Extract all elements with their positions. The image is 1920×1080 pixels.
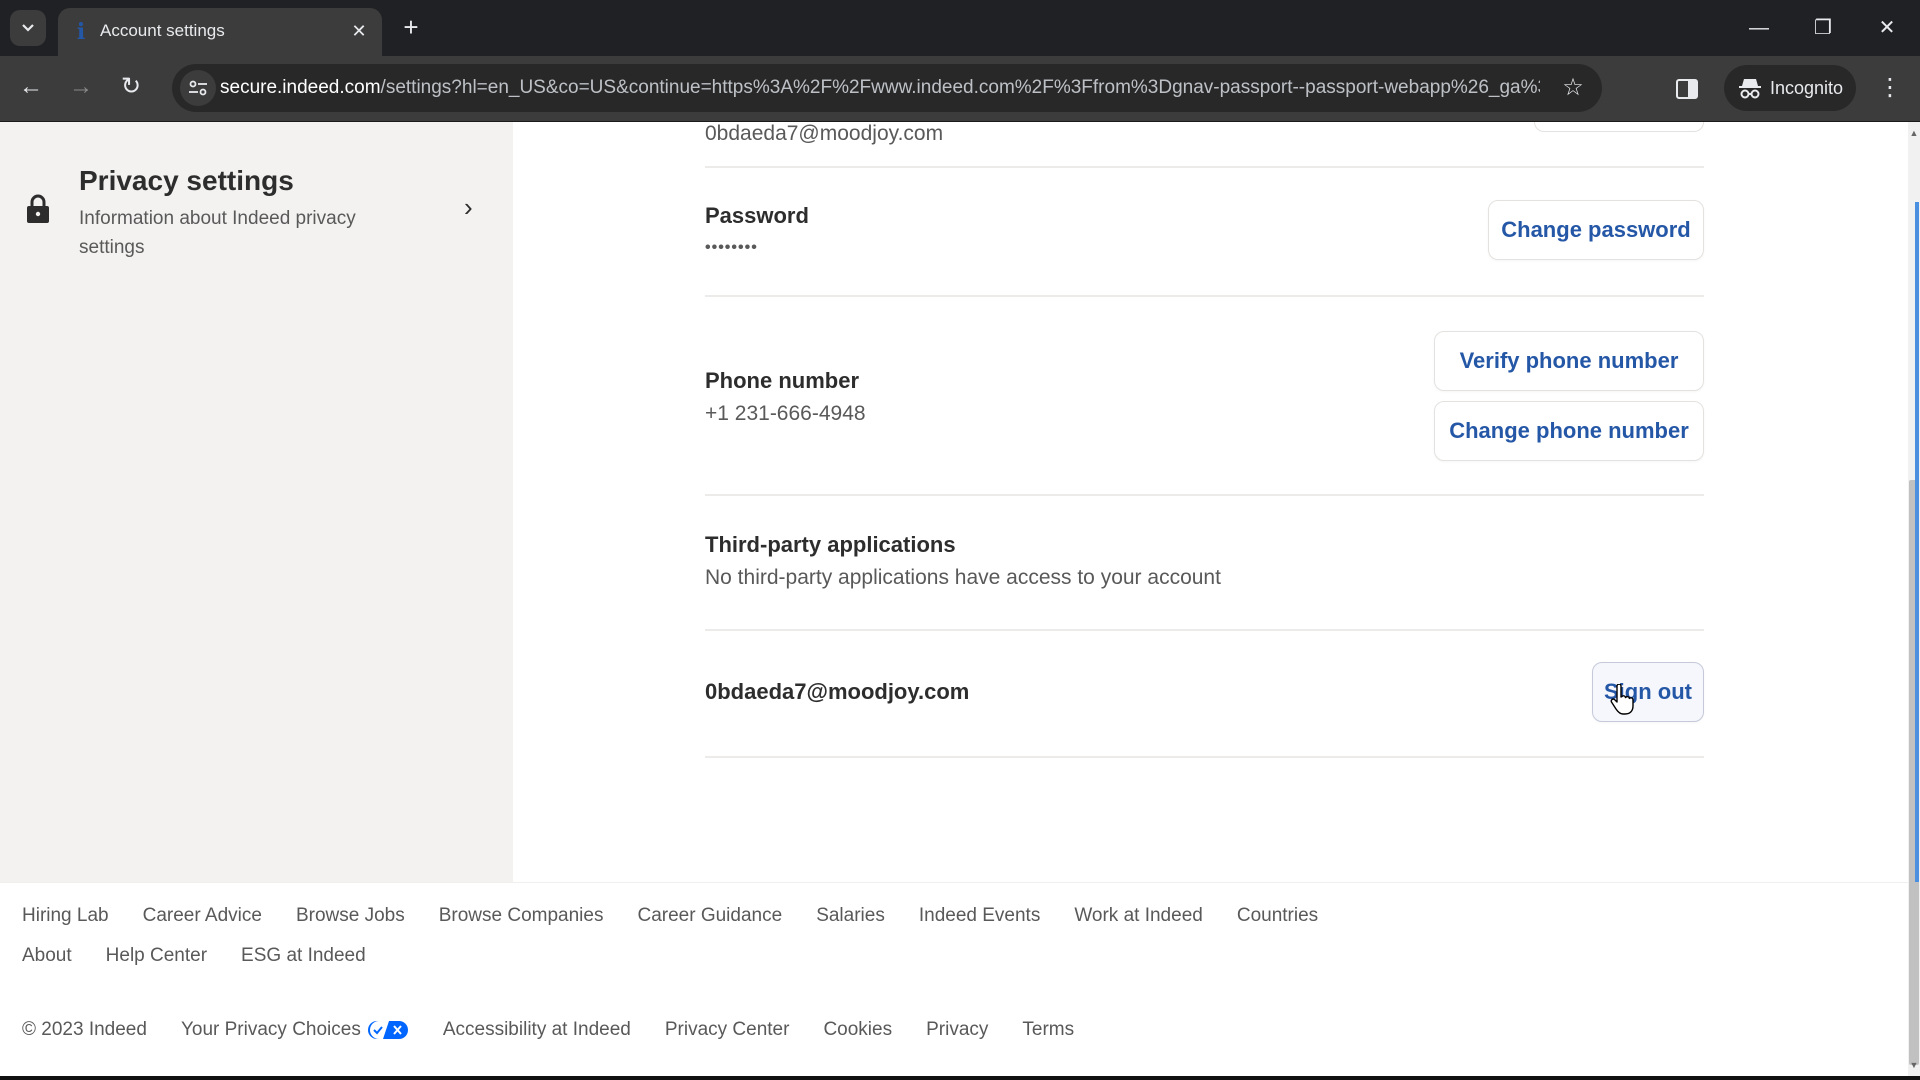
incognito-badge[interactable]: Incognito [1724,65,1856,111]
footer-link-cookies[interactable]: Cookies [823,1018,892,1042]
forward-button[interactable]: → [62,68,100,106]
sidebar-item-privacy-settings[interactable]: Privacy settings Information about Indee… [24,162,490,262]
scroll-up-arrow-icon[interactable]: ▲ [1908,128,1920,138]
divider [705,756,1704,758]
incognito-label: Incognito [1770,78,1844,98]
footer-link-help-center[interactable]: Help Center [106,944,207,968]
footer-link-salaries[interactable]: Salaries [816,904,885,928]
browser-toolbar: ← → ↻ secure.indeed.com/settings?hl=en_U… [0,56,1920,122]
footer-link-hiring-lab[interactable]: Hiring Lab [22,904,109,928]
side-panel-icon [1676,79,1698,99]
footer-link-privacy-center[interactable]: Privacy Center [665,1018,790,1042]
password-label: Password [705,203,809,228]
restore-icon[interactable]: ❐ [1800,10,1846,46]
verify-phone-button[interactable]: Verify phone number [1434,331,1704,391]
window-close-icon[interactable]: ✕ [1864,10,1910,46]
sign-out-button[interactable]: Sign out [1592,662,1704,722]
password-masked-value: •••••••• [705,239,758,256]
new-tab-button[interactable]: + [396,12,426,42]
minimize-icon[interactable]: — [1736,10,1782,46]
footer-link-terms[interactable]: Terms [1022,1018,1074,1042]
footer-link-career-guidance[interactable]: Career Guidance [637,904,782,928]
footer-legal-row: © 2023 Indeed Your Privacy Choices Acces… [22,1018,1108,1042]
footer-link-countries[interactable]: Countries [1237,904,1318,928]
back-button[interactable]: ← [12,68,50,106]
tune-icon [189,80,207,96]
focus-indicator [1915,202,1919,882]
side-panel-button[interactable] [1670,72,1704,106]
incognito-icon [1739,79,1761,99]
footer-link-browse-companies[interactable]: Browse Companies [439,904,604,928]
privacy-choices-label: Your Privacy Choices [180,1019,361,1040]
change-password-button[interactable]: Change password [1488,200,1704,260]
site-info-button[interactable] [180,70,216,106]
tab-search-button[interactable] [10,10,46,46]
privacy-settings-title: Privacy settings [79,165,294,196]
tab-title: Account settings [100,21,225,40]
indeed-favicon-icon: i [76,19,86,45]
privacy-settings-description: Information about Indeed privacy setting… [79,208,356,258]
lock-icon [27,194,49,223]
chevron-right-icon: › [464,192,473,222]
footer-link-indeed-events[interactable]: Indeed Events [919,904,1040,928]
footer-link-privacy-choices[interactable]: Your Privacy Choices [181,1018,409,1042]
change-phone-button[interactable]: Change phone number [1434,401,1704,461]
third-party-apps-label: Third-party applications [705,532,956,557]
tab-close-icon[interactable]: ✕ [348,20,370,42]
third-party-apps-description: No third-party applications have access … [705,566,1221,589]
email-partial-text: 0bdaeda7@moodjoy.com [705,122,944,145]
bookmark-star-icon[interactable]: ☆ [1558,73,1588,103]
taskbar-edge [0,1076,1920,1080]
phone-number-label: Phone number [705,368,860,393]
url-text[interactable]: secure.indeed.com/settings?hl=en_US&co=U… [220,77,1540,99]
address-bar[interactable]: secure.indeed.com/settings?hl=en_US&co=U… [172,64,1602,112]
browser-tab-bar: i Account settings ✕ + — ❐ ✕ [0,0,1920,56]
privacy-choices-toggle-icon [367,1021,408,1039]
chevron-down-icon [22,24,34,32]
phone-number-value: +1 231-666-4948 [705,402,866,425]
divider [705,166,1704,168]
account-settings-main: 0bdaeda7@moodjoy.com Password •••••••• C… [705,122,1704,882]
account-email: 0bdaeda7@moodjoy.com [705,679,970,704]
browser-menu-button[interactable]: ⋮ [1872,70,1908,106]
footer-link-accessibility[interactable]: Accessibility at Indeed [443,1018,631,1042]
reload-button[interactable]: ↻ [112,68,150,106]
email-row-button-partial[interactable] [1534,122,1704,132]
divider [705,494,1704,496]
site-footer: Hiring Lab Career Advice Browse Jobs Bro… [0,882,1908,1077]
hand-pointer-cursor-icon [1610,684,1634,715]
browser-tab-active[interactable]: i Account settings ✕ [58,8,382,56]
footer-links-row-1: Hiring Lab Career Advice Browse Jobs Bro… [22,904,1352,928]
footer-link-work-at-indeed[interactable]: Work at Indeed [1074,904,1203,928]
settings-sidebar: Privacy settings Information about Indee… [0,122,513,882]
footer-link-browse-jobs[interactable]: Browse Jobs [296,904,405,928]
email-row-partial: 0bdaeda7@moodjoy.com [705,122,1704,166]
footer-link-career-advice[interactable]: Career Advice [143,904,262,928]
footer-copyright: © 2023 Indeed [22,1019,147,1040]
scroll-down-arrow-icon[interactable]: ▼ [1908,1060,1920,1070]
footer-links-row-2: About Help Center ESG at Indeed [22,944,400,968]
footer-link-esg[interactable]: ESG at Indeed [241,944,366,968]
footer-link-privacy[interactable]: Privacy [926,1018,988,1042]
divider [705,629,1704,631]
divider [705,295,1704,297]
footer-link-about[interactable]: About [22,944,72,968]
